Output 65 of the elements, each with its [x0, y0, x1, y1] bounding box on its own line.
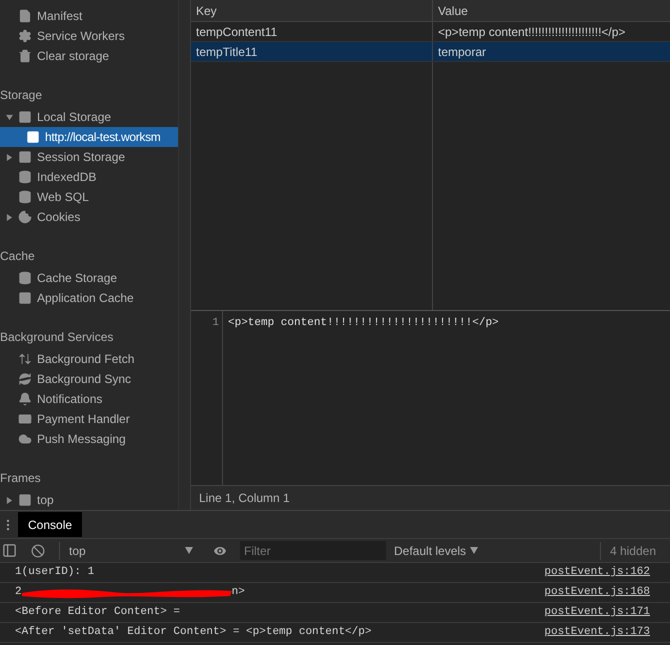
log-levels-dropdown[interactable]: Default levels [394, 542, 478, 560]
section-title: Cache [0, 248, 36, 265]
collapsed-arrow-icon[interactable] [6, 496, 13, 504]
sidebar-item[interactable]: Payment Handler [0, 409, 178, 429]
sidebar-item[interactable]: Background Sync [0, 369, 178, 389]
log-message: <After 'setData' Editor Content> = <p>temp content</p> [15, 625, 372, 640]
arrows-icon [18, 352, 32, 366]
database-icon [18, 271, 32, 285]
table-row[interactable]: tempContent11 <p>temp content!!!!!!!!!!!!!!!!!!!!!!</p> [191, 22, 670, 42]
card-icon [18, 412, 32, 426]
sidebar-item[interactable]: Cookies [0, 207, 178, 227]
table-cell: tempTitle11 [191, 42, 433, 61]
expanded-arrow-icon[interactable] [6, 114, 13, 120]
section-title: Background Services [0, 329, 114, 346]
source-link[interactable]: postEvent.js:171 [544, 604, 650, 621]
sidebar-item[interactable]: Cache Storage [0, 268, 178, 288]
trash-icon [18, 49, 32, 63]
log-message: 1(userID): 1 [15, 565, 94, 580]
sidebar-item[interactable]: Notifications [0, 389, 178, 409]
log-message: <Before Editor Content> = [15, 605, 180, 620]
code-editor[interactable]: 1 <p>temp content!!!!!!!!!!!!!!!!!!!!!!</p> [191, 310, 670, 485]
context-selector[interactable]: top [59, 542, 197, 560]
sidebar-item[interactable]: IndexedDB [0, 167, 178, 187]
table-cell: tempContent11 [191, 22, 433, 41]
database-icon [18, 170, 32, 184]
log-message: 2 [15, 585, 22, 600]
bell-icon [18, 392, 32, 406]
code-line: <p>temp content!!!!!!!!!!!!!!!!!!!!!!</p> [228, 317, 499, 329]
table-cell-text: temporar [437, 44, 488, 60]
line-number: 1 [212, 317, 219, 329]
table-row[interactable]: tempTitle11 temporar [191, 42, 670, 62]
table-cell-text: <p>temp content!!!!!!!!!!!!!!!!!!!!!!</p> [437, 24, 626, 40]
collapsed-arrow-icon[interactable] [6, 154, 13, 160]
file-icon [18, 9, 32, 23]
sidebar-item[interactable]: Clear storage [0, 46, 178, 66]
sidebar-item[interactable]: Application Cache [0, 288, 178, 308]
sidebar-item[interactable]: Local Storage [0, 107, 178, 127]
hidden-count: 4 hidden [600, 542, 670, 560]
sidebar-item[interactable]: top [0, 490, 178, 510]
sidebar-item[interactable]: Session Storage [0, 147, 178, 167]
drawer-tab[interactable]: Console [18, 512, 82, 537]
dropdown-caret-icon [470, 547, 478, 554]
collapsed-arrow-icon[interactable] [6, 214, 13, 220]
database-icon [18, 190, 32, 204]
column-header[interactable]: Value [433, 0, 670, 21]
filter-field[interactable]: Filter [240, 541, 386, 560]
source-link[interactable]: postEvent.js:168 [544, 584, 650, 601]
log-message: n> [232, 585, 245, 600]
section-title: Storage [0, 87, 44, 104]
source-link[interactable]: postEvent.js:173 [544, 624, 650, 641]
dropdown-caret-icon [185, 547, 193, 554]
sidebar-item[interactable]: Push Messaging [0, 429, 178, 449]
sidebar-item[interactable]: http://local-test.worksm [0, 127, 178, 147]
source-link[interactable]: postEvent.js:162 [544, 564, 650, 581]
column-header[interactable]: Key [191, 0, 433, 21]
cursor-position: Line 1, Column 1 [199, 490, 290, 507]
sidebar-item[interactable]: Web SQL [0, 187, 178, 207]
sidebar-item[interactable]: Background Fetch [0, 349, 178, 369]
clear-console-icon[interactable] [31, 544, 45, 558]
section-title: Frames [0, 470, 42, 487]
sidebar-item[interactable]: Manifest [0, 6, 178, 26]
cloud-icon [18, 432, 32, 446]
cookie-icon [18, 210, 32, 224]
sidebar-item[interactable]: Service Workers [0, 26, 178, 46]
sidebar-toggle-icon[interactable] [2, 543, 17, 558]
